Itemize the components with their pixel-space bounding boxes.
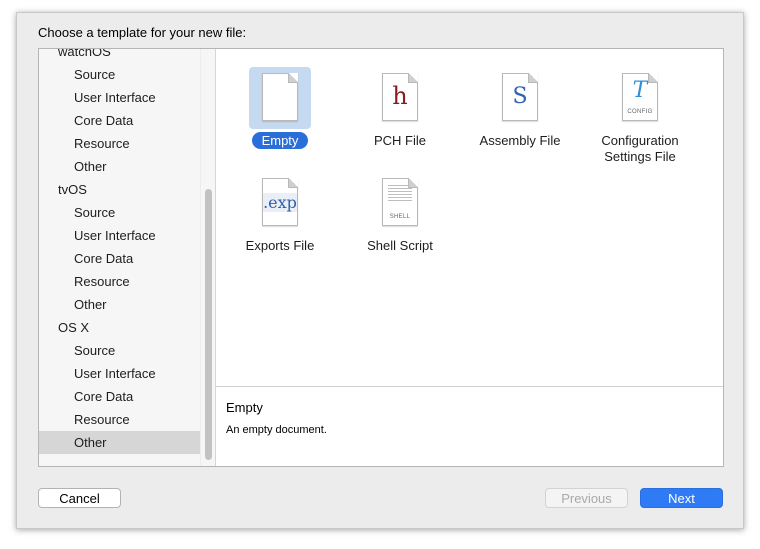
- sidebar-item[interactable]: Source: [39, 339, 200, 362]
- sidebar-item[interactable]: Source: [39, 201, 200, 224]
- template-icon-wrap: h: [369, 67, 431, 129]
- template-description-panel: Empty An empty document.: [216, 386, 723, 466]
- template-label-text: Exports File: [245, 238, 315, 253]
- template-label-text: Assembly File: [479, 133, 561, 148]
- sidebar-item[interactable]: Core Data: [39, 247, 200, 270]
- template-label-text: Shell Script: [367, 238, 433, 253]
- icon-glyph: T: [632, 78, 648, 103]
- new-file-sheet: Choose a template for your new file: Oth…: [16, 12, 744, 529]
- template-chooser: Other Resource Core Data User Interface Sour…: [38, 48, 724, 467]
- sidebar-scroll-thumb[interactable]: [205, 189, 212, 460]
- sidebar-item[interactable]: User Interface: [39, 224, 200, 247]
- template-grid: Empty h PCH File S Assembly File T CONFIG Confi…: [216, 49, 723, 374]
- template-label: Assembly File: [460, 133, 580, 149]
- template-label: Configuration Settings File: [580, 133, 700, 165]
- template-label: PCH File: [340, 133, 460, 149]
- sidebar-item[interactable]: Other: [39, 431, 200, 454]
- sidebar-platform-header[interactable]: tvOS: [39, 178, 200, 201]
- template-tile[interactable]: SHELL Shell Script: [340, 172, 460, 254]
- sidebar-item[interactable]: Core Data: [39, 109, 200, 132]
- category-sidebar: Other Resource Core Data User Interface Sour…: [39, 49, 216, 466]
- script-lines-decoration: [388, 185, 412, 201]
- previous-button[interactable]: Previous: [545, 488, 628, 508]
- template-tile[interactable]: T CONFIG Configuration Settings File: [580, 67, 700, 165]
- template-icon-wrap: T CONFIG: [609, 67, 671, 129]
- template-label: Exports File: [220, 238, 340, 254]
- sidebar-platform-header[interactable]: OS X: [39, 316, 200, 339]
- sidebar-platform-header[interactable]: watchOS: [39, 49, 200, 63]
- template-label: Empty: [220, 132, 340, 149]
- sidebar-item[interactable]: Resource: [39, 408, 200, 431]
- template-label-text: Empty: [251, 132, 309, 149]
- template-tile[interactable]: h PCH File: [340, 67, 460, 149]
- pch-file-icon: h: [382, 73, 418, 121]
- template-icon-wrap: [249, 67, 311, 129]
- template-label: Shell Script: [340, 238, 460, 254]
- template-tile[interactable]: Empty: [220, 67, 340, 149]
- icon-caption: SHELL: [389, 214, 411, 220]
- sidebar-item[interactable]: Resource: [39, 270, 200, 293]
- icon-glyph: h: [392, 82, 408, 110]
- template-icon-wrap: S: [489, 67, 551, 129]
- template-tile[interactable]: .exp Exports File: [220, 172, 340, 254]
- sidebar-scrollbar[interactable]: [200, 49, 215, 466]
- cancel-button[interactable]: Cancel: [38, 488, 121, 508]
- icon-glyph: .exp: [263, 193, 297, 212]
- sidebar-item[interactable]: Other: [39, 293, 200, 316]
- template-icon-wrap: SHELL: [369, 172, 431, 234]
- template-icon-wrap: .exp: [249, 172, 311, 234]
- template-tile[interactable]: S Assembly File: [460, 67, 580, 149]
- sidebar-item[interactable]: Other: [39, 155, 200, 178]
- description-title: Empty: [226, 400, 263, 415]
- configuration-settings-file-icon: T CONFIG: [622, 73, 658, 121]
- empty-document-icon: [262, 73, 298, 121]
- sidebar-item[interactable]: Resource: [39, 132, 200, 155]
- icon-glyph: S: [512, 84, 528, 109]
- sidebar-item[interactable]: User Interface: [39, 86, 200, 109]
- sheet-prompt: Choose a template for your new file:: [38, 25, 247, 40]
- next-button[interactable]: Next: [640, 488, 723, 508]
- sidebar-item[interactable]: User Interface: [39, 362, 200, 385]
- template-label-text: Configuration Settings File: [601, 133, 679, 164]
- exports-file-icon: .exp: [262, 178, 298, 226]
- shell-script-icon: SHELL: [382, 178, 418, 226]
- icon-caption: CONFIG: [627, 109, 653, 115]
- sidebar-item[interactable]: Core Data: [39, 385, 200, 408]
- assembly-file-icon: S: [502, 73, 538, 121]
- description-text: An empty document.: [226, 424, 327, 436]
- template-label-text: PCH File: [373, 133, 426, 148]
- sidebar-item[interactable]: Source: [39, 63, 200, 86]
